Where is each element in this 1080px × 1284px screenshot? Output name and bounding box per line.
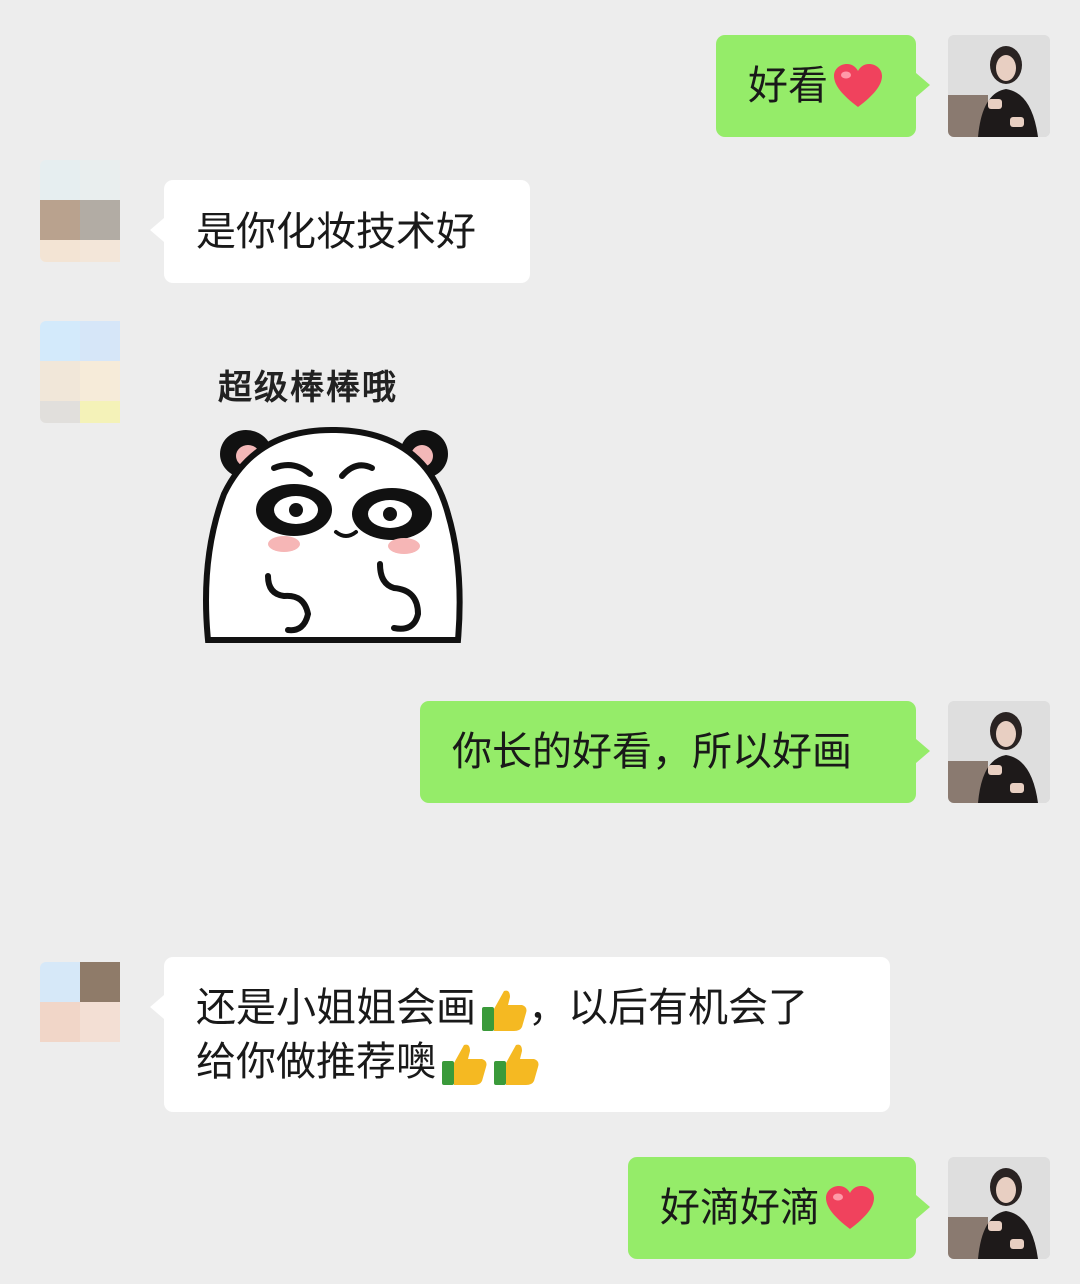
avatar-other[interactable]: [40, 962, 142, 1064]
message-text: 你长的好看，所以好画: [452, 729, 852, 775]
avatar-self[interactable]: [948, 35, 1050, 137]
message-bubble-self[interactable]: 好滴好滴: [628, 1157, 930, 1259]
heart-icon: [834, 64, 882, 107]
message-line-1: 还是小姐姐会画 ，以后有机会了: [196, 981, 858, 1035]
avatar-self-photo: [948, 701, 1050, 803]
message-text: 好滴好滴: [660, 1185, 820, 1231]
avatar-self[interactable]: [948, 701, 1050, 803]
message-text: 好看: [748, 63, 828, 109]
message-text: 给你做推荐噢: [196, 1039, 436, 1085]
message-bubble-self[interactable]: 好看: [716, 35, 930, 137]
panda-sticker[interactable]: [196, 418, 466, 654]
message-bubble-self[interactable]: 你长的好看，所以好画: [420, 701, 930, 803]
thumbs-up-icon: [494, 1044, 539, 1085]
avatar-other[interactable]: [40, 321, 142, 423]
heart-icon: [826, 1186, 874, 1229]
avatar-other[interactable]: [40, 160, 142, 262]
message-text: 是你化妆技术好: [196, 208, 476, 255]
thumbs-up-icon: [442, 1044, 487, 1085]
message-bubble-other[interactable]: 是你化妆技术好: [150, 180, 530, 283]
avatar-self-photo: [948, 1157, 1050, 1259]
avatar-self-photo: [948, 35, 1050, 137]
avatar-self[interactable]: [948, 1157, 1050, 1259]
thumbs-up-icon: [482, 990, 527, 1031]
message-bubble-other[interactable]: 还是小姐姐会画 ，以后有机会了 给你做推荐噢: [150, 957, 890, 1112]
message-text: 还是小姐姐会画: [196, 985, 476, 1031]
sticker-caption: 超级棒棒哦: [218, 368, 398, 408]
message-line-2: 给你做推荐噢: [196, 1035, 858, 1089]
message-text: ，以后有机会了: [528, 985, 808, 1031]
